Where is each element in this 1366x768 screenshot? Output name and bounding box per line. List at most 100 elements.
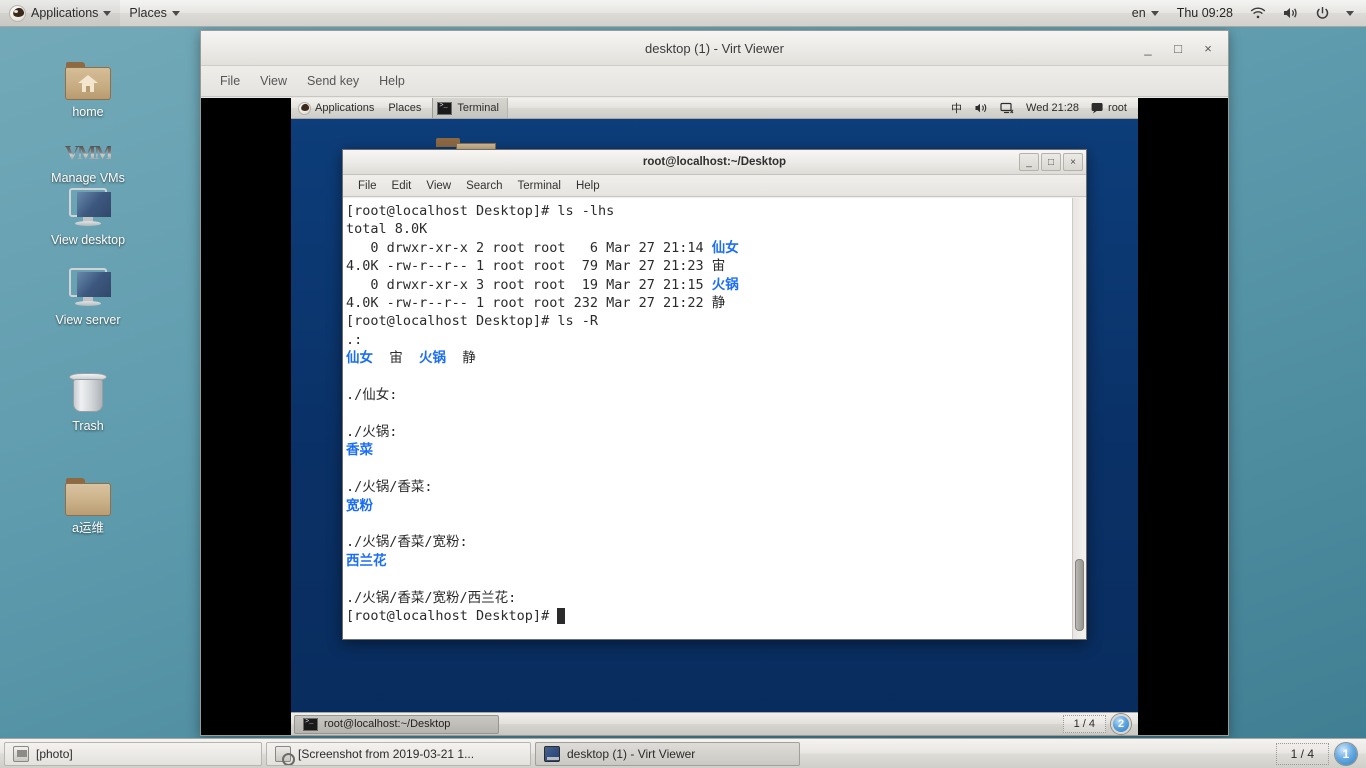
terminal-body[interactable]: [root@localhost Desktop]# ls -lhstotal 8… [343, 198, 1086, 639]
vm-top-panel: Applications Places Terminal 中 [291, 98, 1138, 119]
taskbar-item-screenshot[interactable]: [Screenshot from 2019-03-21 1... [266, 742, 531, 766]
terminal-line [346, 460, 1072, 478]
menu-file[interactable]: File [211, 70, 249, 92]
virt-viewer-icon [544, 746, 560, 762]
terminal-titlebar[interactable]: root@localhost:~/Desktop _ □ × [343, 150, 1086, 175]
terminal-scrollbar-thumb[interactable] [1075, 559, 1084, 631]
maximize-button[interactable]: □ [1164, 36, 1192, 62]
terminal-line: [root@localhost Desktop]# ls -lhs [346, 202, 1072, 220]
desktop-icon-manage-vms[interactable]: VMM Manage VMs [28, 118, 148, 185]
terminal-line: [root@localhost Desktop]# ls -R [346, 312, 1072, 330]
workspace-pager[interactable]: 1 / 4 [1276, 743, 1329, 765]
vm-clock[interactable]: Wed 21:28 [1020, 98, 1085, 118]
vm-window-task-terminal[interactable]: Terminal [432, 98, 508, 118]
chevron-down-icon [103, 11, 111, 16]
clock[interactable]: Thu 09:28 [1168, 3, 1242, 23]
terminal-line [346, 515, 1072, 533]
vm-workspace-pager[interactable]: 1 / 4 [1063, 715, 1106, 733]
places-menu[interactable]: Places [120, 0, 189, 26]
taskbar-item-label: [photo] [36, 747, 73, 761]
menu-view[interactable]: View [251, 70, 296, 92]
vm-taskbar-item-terminal[interactable]: root@localhost:~/Desktop [294, 715, 499, 734]
virt-manager-icon: VMM [28, 118, 148, 166]
vm-display-area[interactable]: Applications Places Terminal 中 [201, 98, 1228, 735]
terminal-window: root@localhost:~/Desktop _ □ × File Edit… [342, 149, 1087, 640]
photo-icon [13, 746, 29, 762]
terminal-maximize-button[interactable]: □ [1041, 153, 1061, 171]
desktop-icon-view-desktop[interactable]: View desktop [28, 180, 148, 247]
foot-logo-icon [9, 5, 26, 22]
terminal-menu-terminal[interactable]: Terminal [511, 178, 568, 194]
ime-icon[interactable]: 中 [945, 98, 968, 118]
wifi-icon[interactable] [1242, 0, 1274, 26]
vm-places-label: Places [388, 102, 421, 114]
folder-icon [28, 468, 148, 516]
terminal-line: ./火锅: [346, 423, 1072, 441]
vm-user-label: root [1108, 102, 1127, 114]
volume-icon[interactable] [968, 98, 994, 118]
menu-help[interactable]: Help [370, 70, 414, 92]
desktop-icon-trash[interactable]: Trash [28, 366, 148, 433]
desktop-icon-label: Trash [28, 419, 148, 433]
chevron-down-icon [172, 11, 180, 16]
terminal-line: ./火锅/香菜: [346, 478, 1072, 496]
close-button[interactable]: × [1194, 36, 1222, 62]
terminal-line: 宽粉 [346, 497, 1072, 515]
volume-icon[interactable] [1274, 0, 1307, 26]
terminal-line: ./仙女: [346, 386, 1072, 404]
terminal-menubar: File Edit View Search Terminal Help [343, 175, 1086, 197]
terminal-menu-search[interactable]: Search [459, 178, 509, 194]
vm-applications-menu[interactable]: Applications [291, 98, 381, 118]
trash-icon [28, 366, 148, 414]
desktop-icon-view-server[interactable]: View server [28, 260, 148, 327]
keyboard-layout-label: en [1132, 6, 1146, 20]
power-icon[interactable] [1307, 0, 1338, 26]
minimize-button[interactable]: _ [1134, 36, 1162, 62]
terminal-line: total 8.0K [346, 220, 1072, 238]
terminal-line: 西兰花 [346, 552, 1072, 570]
desktop-icon-label: home [28, 105, 148, 119]
terminal-output[interactable]: [root@localhost Desktop]# ls -lhstotal 8… [343, 198, 1072, 639]
desktop-icon-ayunwei[interactable]: a运维 [28, 468, 148, 535]
applications-menu[interactable]: Applications [0, 0, 120, 26]
terminal-close-button[interactable]: × [1063, 153, 1083, 171]
workspace-badge[interactable]: 1 [1335, 743, 1357, 765]
terminal-menu-file[interactable]: File [351, 178, 384, 194]
monitor-icon [28, 180, 148, 228]
vm-places-menu[interactable]: Places [381, 98, 428, 118]
vm-task-label: Terminal [457, 102, 499, 114]
screenshot-icon [275, 746, 291, 762]
desktop-icon-label: View desktop [28, 233, 148, 247]
terminal-menu-view[interactable]: View [419, 178, 458, 194]
terminal-menu-help[interactable]: Help [569, 178, 607, 194]
taskbar-item-label: [Screenshot from 2019-03-21 1... [298, 747, 474, 761]
vm-user-menu[interactable]: root [1085, 98, 1133, 118]
taskbar-item-virt-viewer[interactable]: desktop (1) - Virt Viewer [535, 742, 800, 766]
terminal-scrollbar[interactable] [1072, 198, 1086, 639]
taskbar-item-photo[interactable]: [photo] [4, 742, 262, 766]
terminal-line: 0 drwxr-xr-x 3 root root 19 Mar 27 21:15… [346, 276, 1072, 294]
virt-viewer-titlebar[interactable]: desktop (1) - Virt Viewer _ □ × [201, 31, 1228, 66]
virt-viewer-title: desktop (1) - Virt Viewer [645, 41, 784, 56]
terminal-title: root@localhost:~/Desktop [643, 156, 786, 168]
vm-taskbar-item-label: root@localhost:~/Desktop [324, 718, 450, 730]
terminal-minimize-button[interactable]: _ [1019, 153, 1039, 171]
terminal-menu-edit[interactable]: Edit [385, 178, 419, 194]
virt-viewer-window: desktop (1) - Virt Viewer _ □ × File Vie… [200, 30, 1229, 736]
network-icon[interactable] [994, 98, 1020, 118]
vm-bottom-panel: root@localhost:~/Desktop 1 / 4 2 [291, 712, 1138, 735]
terminal-line: 4.0K -rw-r--r-- 1 root root 79 Mar 27 21… [346, 257, 1072, 275]
vm-workspace-badge[interactable]: 2 [1111, 714, 1131, 734]
keyboard-layout-indicator[interactable]: en [1123, 0, 1168, 26]
desktop-icon-label: a运维 [28, 521, 148, 535]
terminal-line: 仙女 宙 火锅 静 [346, 349, 1072, 367]
terminal-line: .: [346, 331, 1072, 349]
folder-home-icon [28, 52, 148, 100]
places-menu-label: Places [129, 6, 167, 20]
terminal-line [346, 404, 1072, 422]
applications-menu-label: Applications [31, 6, 98, 20]
vm-applications-label: Applications [315, 102, 374, 114]
menu-send-key[interactable]: Send key [298, 70, 368, 92]
system-menu-caret[interactable] [1338, 0, 1362, 26]
desktop-icon-home[interactable]: home [28, 52, 148, 119]
